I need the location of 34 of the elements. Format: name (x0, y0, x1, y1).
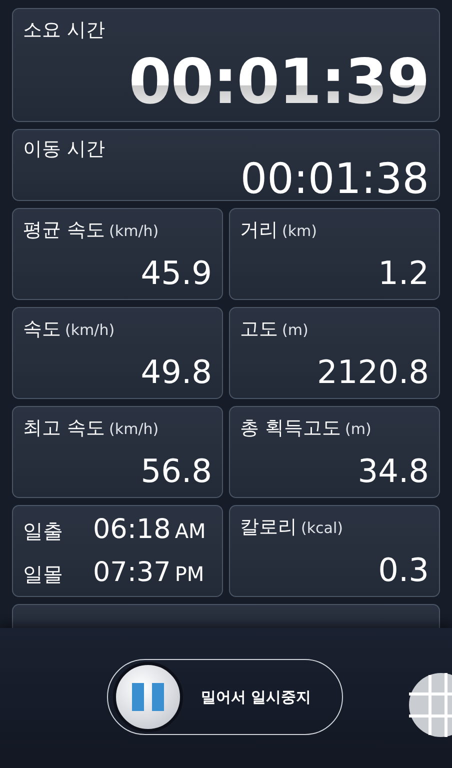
pause-icon (131, 682, 165, 712)
stat-unit: (m) (345, 420, 372, 438)
sun-label: 일몰 (23, 561, 64, 588)
pause-handle[interactable] (113, 662, 183, 732)
stat-value: 0.3 (378, 554, 429, 586)
stat-value: 2120.8 (317, 356, 429, 388)
stat-unit: (kcal) (301, 519, 343, 537)
sun-period: AM (174, 519, 206, 543)
stat-label: 속도 (23, 317, 61, 342)
stat-label: 고도 (240, 317, 278, 342)
stat-value: 34.8 (358, 455, 429, 487)
sun-time: 06:18 (93, 514, 171, 545)
globe-icon[interactable] (408, 672, 452, 738)
stat-value: 45.9 (140, 257, 212, 289)
stat-label: 총 획득고도 (240, 416, 342, 441)
sun-time: 07:37 (93, 557, 171, 588)
timer-label: 소요 시간 (23, 18, 106, 43)
stat-label: 최고 속도 (23, 416, 106, 441)
timer-label: 이동 시간 (23, 137, 106, 162)
stat-value: 56.8 (140, 455, 212, 487)
stat-unit: (m) (282, 321, 308, 339)
stat-unit: (km/h) (109, 222, 159, 240)
timer-value: 00:01:38 (240, 158, 429, 200)
stat-label: 거리 (240, 218, 278, 243)
stat-unit: (km/h) (109, 420, 159, 438)
pause-slider[interactable]: 밀어서 일시중지 (107, 659, 343, 735)
stat-value: 1.2 (378, 257, 429, 289)
sun-period: PM (174, 562, 204, 586)
stat-label: 평균 속도 (23, 218, 106, 243)
sun-label: 일출 (23, 518, 64, 545)
stat-value: 49.8 (140, 356, 212, 388)
stat-label: 칼로리 (240, 515, 297, 540)
stat-unit: (km/h) (65, 321, 115, 339)
stat-unit: (km) (282, 222, 318, 240)
